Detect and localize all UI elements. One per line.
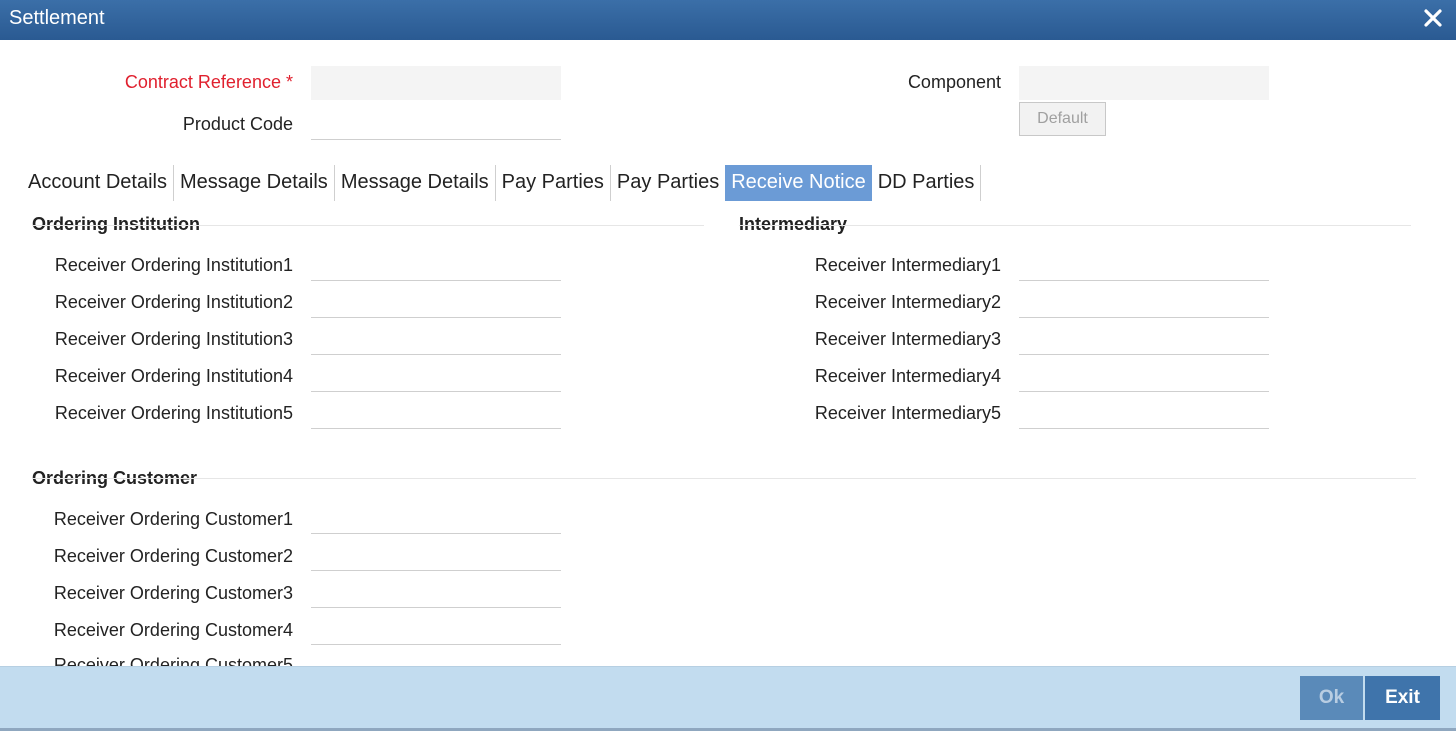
tab-pay-parties-2[interactable]: Pay Parties <box>611 165 725 201</box>
receiver-ordering-customer4-label: Receiver Ordering Customer4 <box>53 620 293 640</box>
receiver-ordering-institution4-label: Receiver Ordering Institution4 <box>54 366 293 386</box>
receiver-intermediary3-label: Receiver Intermediary3 <box>814 329 1001 349</box>
receiver-ordering-institution1-field[interactable] <box>311 247 561 281</box>
tab-message-details-1[interactable]: Message Details <box>174 165 335 201</box>
receiver-ordering-customer1-field[interactable] <box>311 500 561 534</box>
ok-button[interactable]: Ok <box>1300 676 1363 720</box>
receiver-intermediary5-field[interactable] <box>1019 395 1269 429</box>
receiver-ordering-customer5-label: Receiver Ordering Customer5 <box>53 655 293 666</box>
tab-account-details[interactable]: Account Details <box>22 165 174 201</box>
product-code-label: Product Code <box>182 114 293 134</box>
receiver-intermediary5-label: Receiver Intermediary5 <box>814 403 1001 423</box>
receiver-ordering-institution4-field[interactable] <box>311 358 561 392</box>
receiver-intermediary4-field[interactable] <box>1019 358 1269 392</box>
receiver-ordering-institution3-label: Receiver Ordering Institution3 <box>54 329 293 349</box>
exit-button[interactable]: Exit <box>1365 676 1440 720</box>
receiver-intermediary1-field[interactable] <box>1019 247 1269 281</box>
section-divider <box>739 225 1411 226</box>
section-divider <box>32 478 1416 479</box>
close-icon[interactable] <box>1422 7 1446 31</box>
receiver-ordering-institution1-label: Receiver Ordering Institution1 <box>54 255 293 275</box>
receiver-ordering-customer2-field[interactable] <box>311 537 561 571</box>
receiver-ordering-institution5-field[interactable] <box>311 395 561 429</box>
receiver-ordering-institution5-label: Receiver Ordering Institution5 <box>54 403 293 423</box>
receiver-ordering-institution3-field[interactable] <box>311 321 561 355</box>
window-title: Settlement <box>9 7 105 29</box>
component-label: Component <box>907 72 1001 92</box>
receiver-ordering-customer1-label: Receiver Ordering Customer1 <box>53 509 293 529</box>
receiver-intermediary1-label: Receiver Intermediary1 <box>814 255 1001 275</box>
tab-dd-parties[interactable]: DD Parties <box>872 165 982 201</box>
receiver-ordering-customer3-label: Receiver Ordering Customer3 <box>53 583 293 603</box>
receiver-intermediary4-label: Receiver Intermediary4 <box>814 366 1001 386</box>
title-bar: Settlement <box>0 0 1456 40</box>
receiver-ordering-institution2-field[interactable] <box>311 284 561 318</box>
receiver-intermediary2-field[interactable] <box>1019 284 1269 318</box>
product-code-field[interactable] <box>311 106 561 140</box>
receiver-intermediary2-label: Receiver Intermediary2 <box>814 292 1001 312</box>
section-divider <box>32 225 704 226</box>
tab-message-details-2[interactable]: Message Details <box>335 165 496 201</box>
form-body: Contract Reference * Product Code Compon… <box>0 40 1456 666</box>
receiver-intermediary3-field[interactable] <box>1019 321 1269 355</box>
component-field[interactable] <box>1019 66 1269 100</box>
required-marker: * <box>285 72 293 92</box>
tab-bar: Account Details Message Details Message … <box>22 165 982 201</box>
tab-pay-parties-1[interactable]: Pay Parties <box>496 165 611 201</box>
receiver-ordering-customer3-field[interactable] <box>311 574 561 608</box>
tab-receive-notice[interactable]: Receive Notice <box>725 165 872 201</box>
receiver-ordering-customer4-field[interactable] <box>311 611 561 645</box>
receiver-ordering-customer2-label: Receiver Ordering Customer2 <box>53 546 293 566</box>
contract-reference-field[interactable] <box>311 66 561 100</box>
receiver-ordering-institution2-label: Receiver Ordering Institution2 <box>54 292 293 312</box>
footer-bar: Ok Exit <box>0 666 1456 731</box>
default-button[interactable]: Default <box>1019 102 1106 136</box>
contract-reference-label: Contract Reference * <box>124 72 293 92</box>
